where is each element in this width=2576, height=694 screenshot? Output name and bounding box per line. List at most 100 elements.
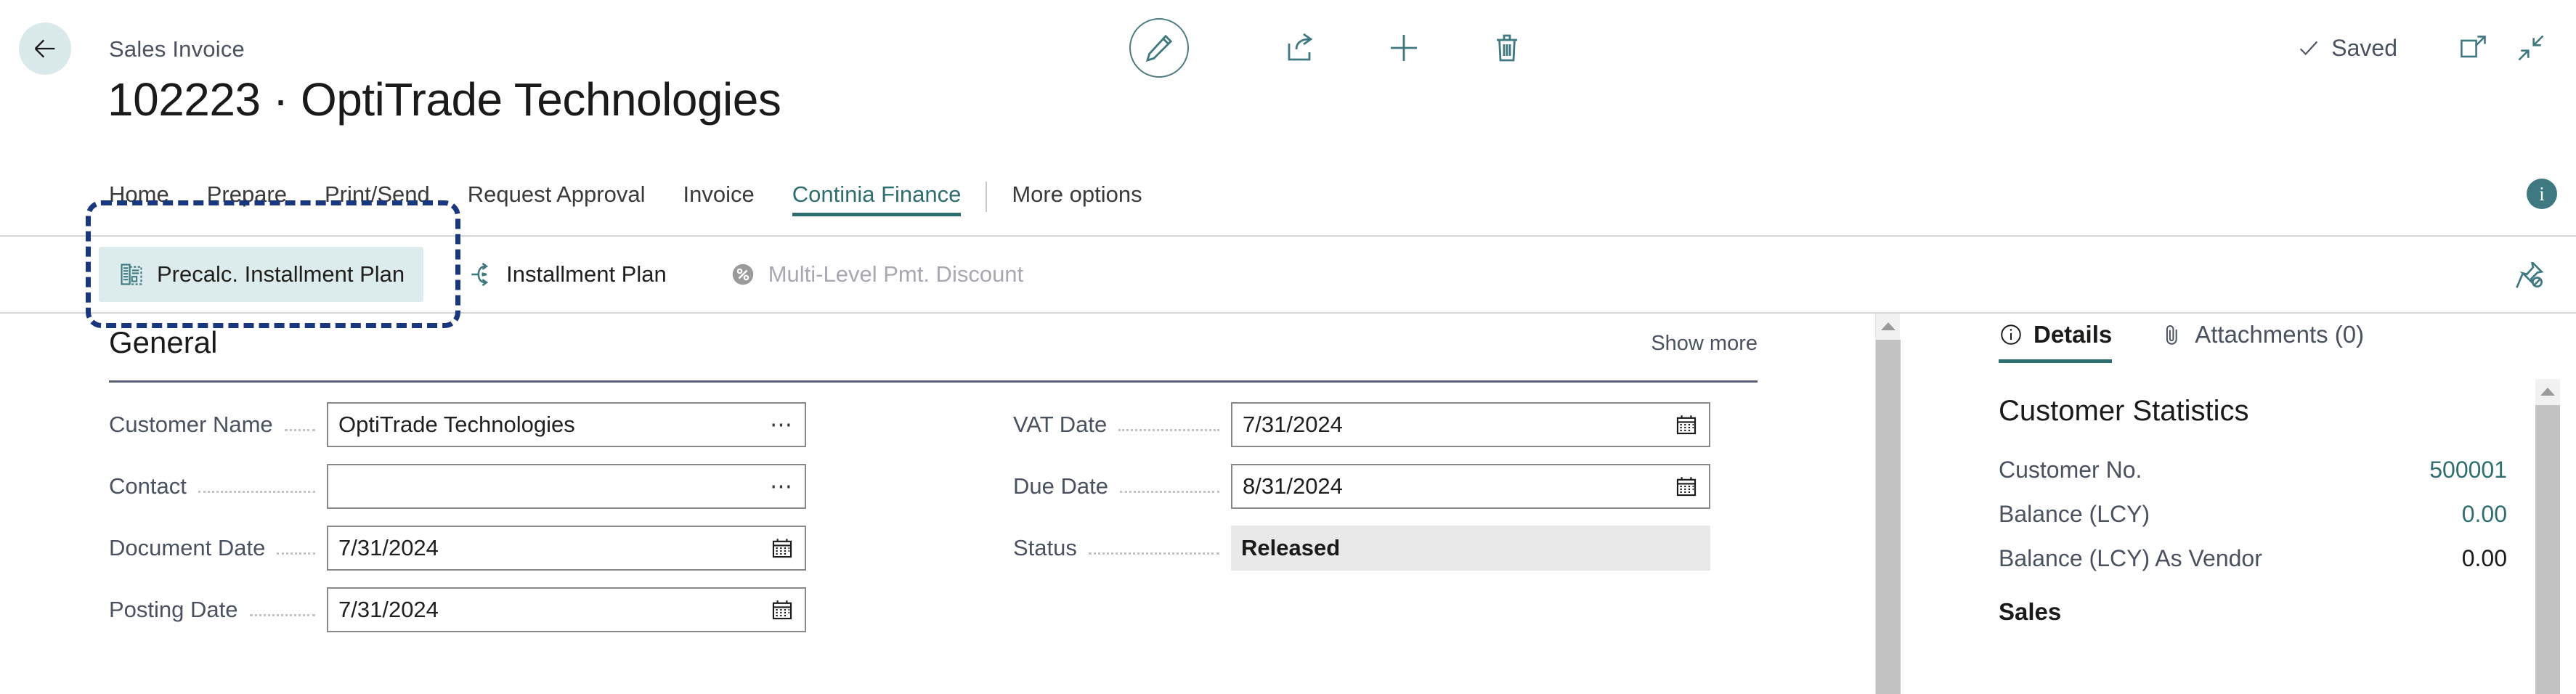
tab-print-send[interactable]: Print/Send	[325, 181, 430, 216]
fact-tab-label: Attachments (0)	[2195, 321, 2365, 348]
posting-date-input[interactable]: 7/31/2024	[327, 587, 806, 632]
status-value: Released	[1231, 526, 1710, 571]
label-leader-dots	[284, 409, 315, 431]
tab-prepare[interactable]: Prepare	[207, 181, 287, 216]
contact-input[interactable]: ⋯	[327, 464, 806, 509]
precalc-installment-plan-button[interactable]: Precalc. Installment Plan	[99, 247, 424, 302]
new-button[interactable]	[1369, 13, 1439, 83]
unpin-button[interactable]	[2503, 254, 2556, 298]
info-badge-icon[interactable]: i	[2527, 179, 2557, 209]
stat-customer-no: Customer No. 500001	[1999, 457, 2507, 483]
tab-label: Home	[109, 181, 169, 207]
status-badge: Saved	[2296, 35, 2397, 62]
scrollbar-thumb[interactable]	[1876, 340, 1901, 694]
tab-label: Continia Finance	[792, 181, 962, 207]
stat-balance-lcy: Balance (LCY) 0.00	[1999, 501, 2507, 528]
tab-label: Invoice	[683, 181, 755, 207]
field-document-date: Document Date 7/31/2024	[109, 526, 806, 571]
customer-name-input[interactable]: OptiTrade Technologies ⋯	[327, 402, 806, 447]
arrow-left-icon	[34, 39, 55, 58]
trash-icon	[1497, 34, 1517, 62]
scroll-up-button[interactable]	[1876, 314, 1901, 338]
show-more-link[interactable]: Show more	[1651, 332, 1758, 360]
stat-value[interactable]: 500001	[2429, 457, 2507, 483]
stat-label: Balance (LCY)	[1999, 501, 2150, 527]
action-label: Multi-Level Pmt. Discount	[768, 261, 1024, 287]
field-due-date: Due Date 8/31/2024	[1013, 464, 1710, 509]
page-title: 102223 · OptiTrade Technologies	[107, 73, 781, 126]
field-vat-date: VAT Date 7/31/2024	[1013, 402, 1710, 447]
lookup-ellipsis-icon[interactable]: ⋯	[764, 412, 795, 438]
fact-tab-label: Details	[2033, 321, 2113, 348]
tab-label: Request Approval	[467, 181, 646, 207]
fact-panel-tabs: Details Attachments (0)	[1999, 321, 2364, 363]
fact-panel-body: Customer Statistics Customer No. 500001 …	[1999, 395, 2507, 626]
field-label: Contact	[109, 473, 187, 499]
header-action-group	[1129, 13, 1542, 83]
calendar-icon[interactable]	[1674, 412, 1699, 437]
top-header-bar: Sales Invoice 102223 · OptiTrade Technol…	[0, 0, 2576, 123]
label-leader-dots	[277, 532, 315, 555]
open-in-new-window-button[interactable]	[2444, 22, 2502, 74]
vat-date-input[interactable]: 7/31/2024	[1231, 402, 1710, 447]
tab-continia-finance[interactable]: Continia Finance	[792, 181, 962, 216]
edit-button[interactable]	[1129, 18, 1189, 78]
installment-plan-button[interactable]: Installment Plan	[448, 247, 686, 302]
header-right-group: Saved	[2296, 22, 2560, 74]
field-label: Document Date	[109, 535, 266, 560]
tab-home[interactable]: Home	[109, 181, 169, 216]
stat-value[interactable]: 0.00	[2462, 501, 2507, 528]
label-leader-dots	[249, 594, 315, 616]
calendar-icon[interactable]	[1674, 474, 1699, 499]
action-label: Precalc. Installment Plan	[157, 261, 405, 287]
calendar-icon[interactable]	[770, 597, 795, 622]
active-tab-underline	[792, 213, 962, 216]
fact-panel-scrollbar[interactable]	[2535, 379, 2560, 694]
field-status: Status Released	[1013, 526, 1710, 571]
calendar-icon[interactable]	[770, 536, 795, 560]
label-leader-dots	[1119, 470, 1219, 493]
tab-label: Print/Send	[325, 181, 430, 207]
document-date-input[interactable]: 7/31/2024	[327, 526, 806, 571]
plus-icon	[1391, 35, 1417, 61]
fact-panel: Details Attachments (0) Customer Statist…	[1932, 314, 2576, 694]
field-value: 7/31/2024	[338, 597, 439, 622]
delete-button[interactable]	[1472, 13, 1542, 83]
field-value: 7/31/2024	[338, 535, 439, 560]
section-title: General	[109, 325, 218, 359]
scroll-up-button[interactable]	[2535, 379, 2560, 404]
field-label: Posting Date	[109, 597, 238, 622]
action-ribbon: Precalc. Installment Plan Installment Pl…	[0, 237, 2576, 312]
main-scrollbar[interactable]	[1875, 314, 1901, 694]
scrollbar-thumb[interactable]	[2535, 405, 2560, 694]
split-arrows-icon	[471, 262, 489, 287]
collapse-button[interactable]	[2502, 22, 2560, 74]
label-leader-dots	[1118, 409, 1219, 431]
tab-invoice[interactable]: Invoice	[683, 181, 754, 216]
tab-request-approval[interactable]: Request Approval	[468, 181, 646, 216]
share-button[interactable]	[1266, 13, 1336, 83]
due-date-input[interactable]: 8/31/2024	[1231, 464, 1710, 509]
back-button[interactable]	[19, 23, 71, 75]
main-content: General Show more Customer Name OptiTrad…	[0, 314, 1888, 694]
customer-statistics-title: Customer Statistics	[1999, 395, 2249, 427]
tab-label: More options	[1012, 181, 1142, 207]
stat-balance-lcy-as-vendor: Balance (LCY) As Vendor 0.00	[1999, 545, 2507, 572]
info-circle-icon	[2001, 324, 2021, 345]
section-rule	[109, 380, 1758, 383]
lookup-ellipsis-icon[interactable]: ⋯	[764, 473, 795, 499]
fact-tab-attachments[interactable]: Attachments (0)	[2160, 321, 2364, 363]
unpin-icon	[2516, 262, 2544, 288]
breadcrumb[interactable]: Sales Invoice	[109, 36, 245, 62]
tab-more-options[interactable]: More options	[1012, 181, 1142, 216]
document-list-icon	[121, 264, 142, 285]
fact-tab-details[interactable]: Details	[1999, 321, 2113, 363]
multi-level-pmt-discount-button: Multi-Level Pmt. Discount	[710, 247, 1042, 302]
field-contact: Contact ⋯	[109, 464, 806, 509]
field-value: 7/31/2024	[1243, 412, 1343, 437]
field-value: OptiTrade Technologies	[338, 412, 575, 437]
percent-circle-icon	[732, 264, 753, 285]
sales-invoice-page: Sales Invoice 102223 · OptiTrade Technol…	[0, 0, 2576, 694]
collapse-arrows-icon	[2518, 35, 2544, 61]
field-value: 8/31/2024	[1243, 473, 1343, 499]
